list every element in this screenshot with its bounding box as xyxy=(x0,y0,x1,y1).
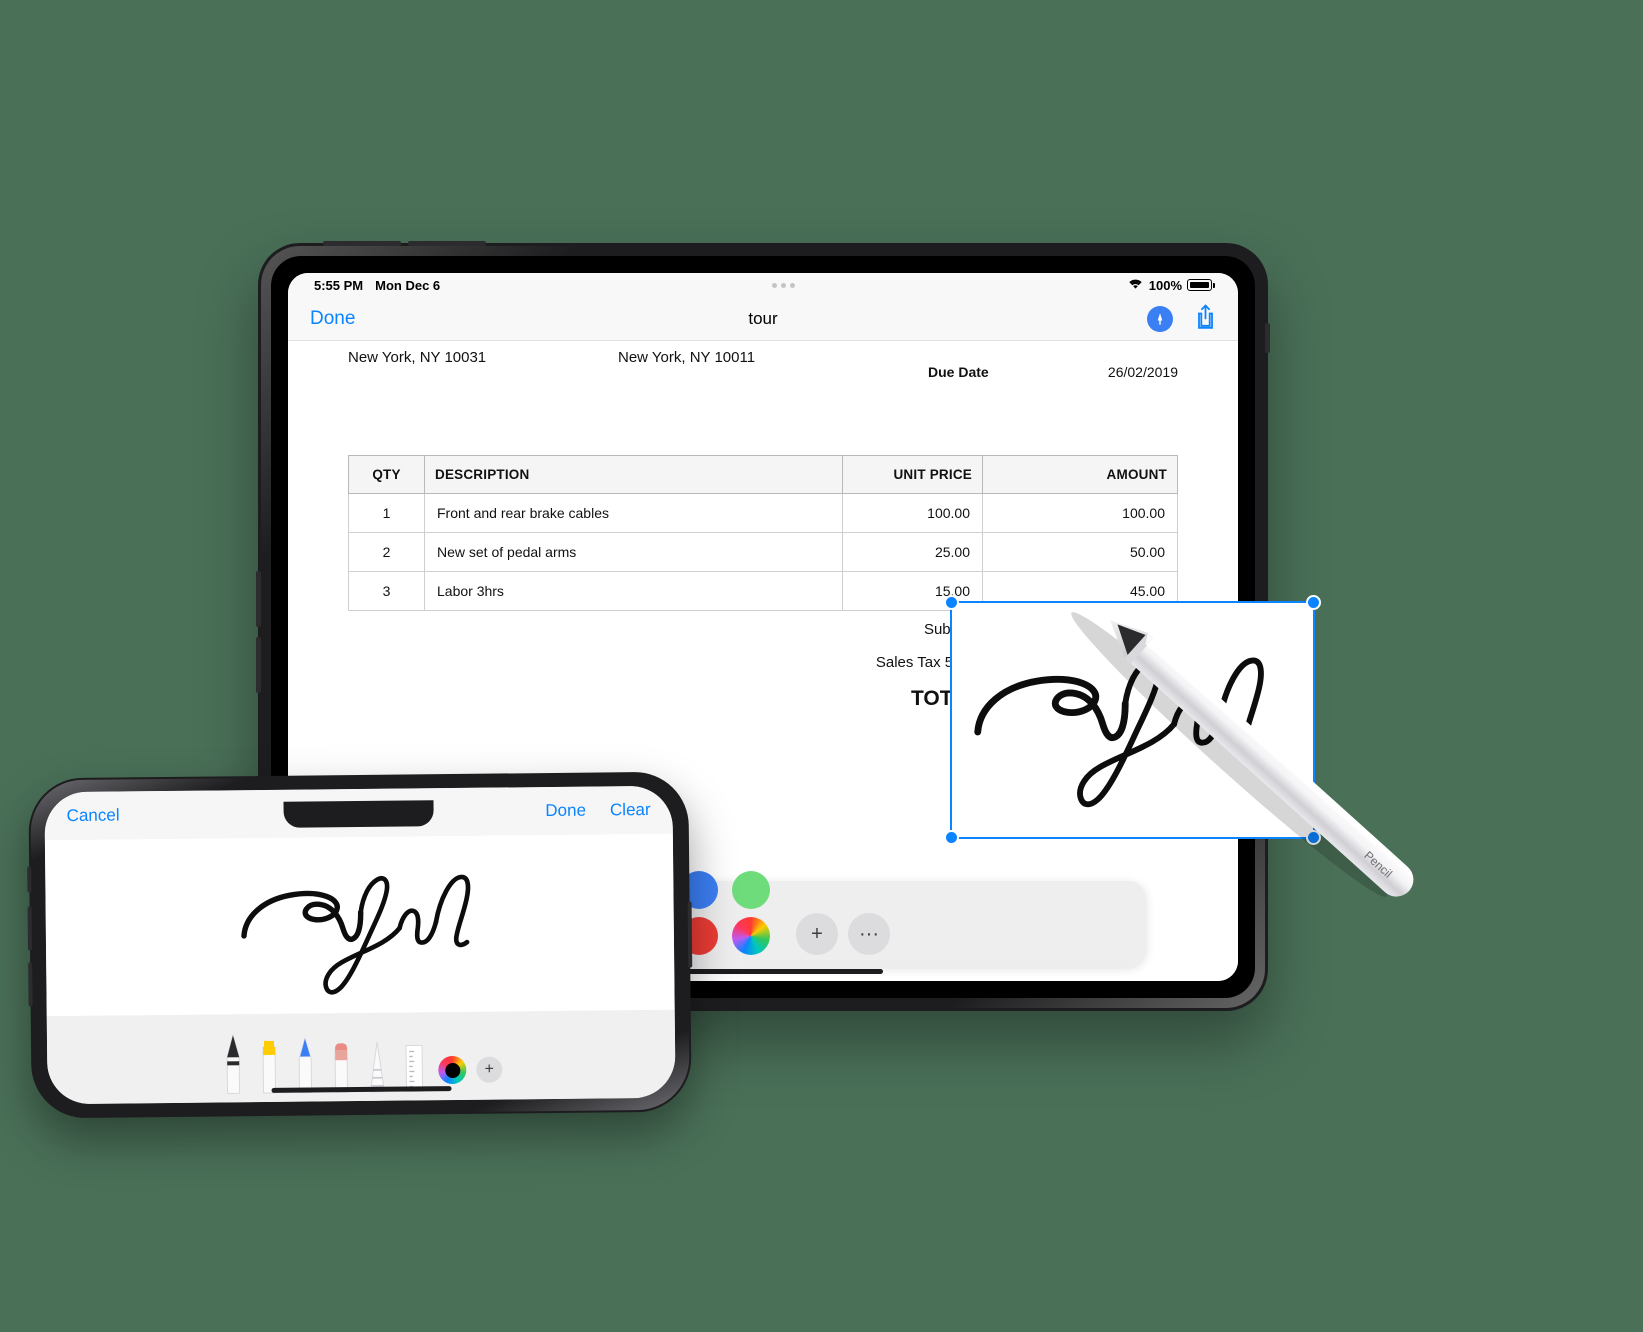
cell-description: Front and rear brake cables xyxy=(424,493,843,533)
total-label: TOTAL xyxy=(910,687,979,710)
add-tool-button[interactable]: + xyxy=(796,913,838,955)
add-tool-button[interactable]: + xyxy=(476,1056,503,1083)
resize-handle-top-left[interactable] xyxy=(944,595,959,610)
iphone-screen: Cancel New Signature Done Clear xyxy=(44,785,676,1105)
sales-tax-label: Sales Tax 5.0% xyxy=(875,654,979,671)
subtotal-label: Subtotal xyxy=(433,621,993,638)
column-header-qty: QTY xyxy=(348,455,425,494)
meta-label: Due Date xyxy=(928,364,989,380)
iphone-volume-down-button[interactable] xyxy=(28,962,33,1007)
ipad-done-button[interactable]: Done xyxy=(310,308,355,330)
cell-qty: 1 xyxy=(348,493,425,533)
multitask-dots-icon[interactable] xyxy=(440,282,1127,288)
cell-description: Labor 3hrs xyxy=(424,571,843,611)
signature-canvas[interactable] xyxy=(44,833,675,1017)
iphone-device: Cancel New Signature Done Clear xyxy=(27,771,693,1119)
cell-amount: 50.00 xyxy=(982,532,1178,572)
markup-pen-icon[interactable] xyxy=(1147,305,1173,332)
meta-label: P.O.# xyxy=(928,341,962,347)
ipad-smart-connector-2 xyxy=(256,637,261,693)
resize-handle-bottom-right[interactable] xyxy=(1306,830,1321,845)
to-address-line2: New York, NY 10011 xyxy=(618,349,756,366)
clear-button[interactable]: Clear xyxy=(610,800,651,820)
handwritten-signature xyxy=(241,874,471,995)
column-header-description: DESCRIPTION xyxy=(424,455,843,494)
signature-annotation xyxy=(974,657,1265,807)
meta-row: P.O.# 2412/2019 xyxy=(928,341,1178,347)
iphone-silent-switch[interactable] xyxy=(27,866,32,893)
from-address: 4012 Wood Road New York, NY 10031 xyxy=(348,341,618,397)
table-row: 2 New set of pedal arms 25.00 50.00 xyxy=(348,532,1178,572)
resize-handle-top-right[interactable] xyxy=(1306,595,1321,610)
invoice-addresses: 4012 Wood Road New York, NY 10031 2019 R… xyxy=(348,341,1178,397)
meta-value: 2412/2019 xyxy=(1112,341,1178,347)
cell-unit-price: 25.00 xyxy=(842,532,983,572)
meta-value: 26/02/2019 xyxy=(1107,364,1178,380)
more-options-button[interactable]: ··· xyxy=(848,913,890,955)
ipad-smart-connector-1 xyxy=(256,571,261,627)
palette-buttons: + ··· xyxy=(796,913,890,967)
ipad-document-title: tour xyxy=(748,308,778,328)
resize-handle-bottom-left[interactable] xyxy=(944,830,959,845)
color-rainbow[interactable] xyxy=(732,917,770,955)
cell-unit-price: 100.00 xyxy=(842,493,983,533)
iphone-volume-up-button[interactable] xyxy=(27,906,33,951)
done-button[interactable]: Done xyxy=(545,801,586,821)
line-items-table: QTY DESCRIPTION UNIT PRICE AMOUNT 1 Fron… xyxy=(348,455,1178,611)
cell-qty: 2 xyxy=(348,532,425,572)
ipad-volume-down-button[interactable] xyxy=(408,241,486,246)
color-wheel[interactable] xyxy=(438,1055,467,1085)
pen-tool[interactable] xyxy=(220,1033,247,1100)
color-wheel-selected xyxy=(444,1062,460,1078)
meta-row: Due Date 26/02/2019 xyxy=(928,361,1178,383)
cell-description: New set of pedal arms xyxy=(424,532,843,572)
from-address-line2: New York, NY 10031 xyxy=(348,349,487,366)
ipad-status-bar: 5:55 PM Mon Dec 6 100% xyxy=(288,273,1238,297)
iphone-markup-palette[interactable]: + xyxy=(46,1009,676,1105)
share-icon[interactable] xyxy=(1195,304,1216,334)
svg-text:Pencil: Pencil xyxy=(1361,848,1395,880)
status-date: Mon Dec 6 xyxy=(375,277,441,293)
invoice-meta: P.O.# 2412/2019 Due Date 26/02/2019 xyxy=(928,341,1178,397)
color-green[interactable] xyxy=(732,871,770,909)
status-time: 5:55 PM xyxy=(314,277,364,293)
to-address: 2019 Redbud Drive New York, NY 10011 xyxy=(618,341,888,397)
ipad-volume-up-button[interactable] xyxy=(323,241,401,246)
battery-full-icon xyxy=(1187,279,1215,291)
column-header-unit-price: UNIT PRICE xyxy=(842,455,983,494)
table-row: 1 Front and rear brake cables 100.00 100… xyxy=(348,493,1178,533)
ipad-nav-bar: Done tour xyxy=(288,297,1238,341)
cell-amount: 100.00 xyxy=(982,493,1178,533)
column-header-amount: AMOUNT xyxy=(982,455,1178,494)
signature-selection-box[interactable] xyxy=(944,595,1321,845)
wifi-icon xyxy=(1127,277,1144,293)
ipad-power-button[interactable] xyxy=(1265,323,1270,353)
cancel-button[interactable]: Cancel xyxy=(67,806,120,827)
cell-qty: 3 xyxy=(348,571,425,611)
table-header-row: QTY DESCRIPTION UNIT PRICE AMOUNT xyxy=(348,455,1178,494)
iphone-notch xyxy=(283,800,434,828)
battery-percent-label: 100% xyxy=(1148,277,1182,293)
iphone-power-button[interactable] xyxy=(687,901,693,968)
